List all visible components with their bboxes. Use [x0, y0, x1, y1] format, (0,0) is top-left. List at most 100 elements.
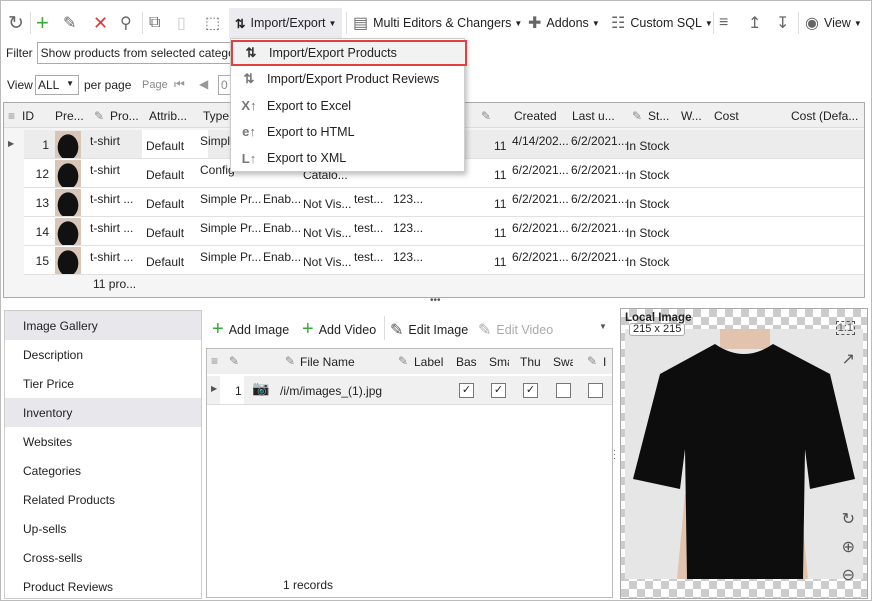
edit-video-button[interactable]: ✎ Edit Video — [478, 320, 553, 340]
column-header[interactable]: Last u... — [572, 109, 615, 123]
column-header[interactable]: Swa — [553, 355, 573, 369]
column-header[interactable]: Type — [203, 109, 229, 123]
actual-size-icon[interactable]: 1:1 — [835, 321, 855, 335]
cell-id: 1 — [42, 138, 49, 152]
column-header[interactable]: Attrib... — [149, 109, 187, 123]
move-up-button[interactable]: ↥ — [748, 8, 761, 38]
arrow-up-icon: ↥ — [748, 15, 762, 32]
image-preview-panel: Local Image 215 x 215 1:1 ↗ ↻ ⊕ ⊖ — [620, 308, 868, 599]
open-external-icon[interactable]: ↗ — [842, 349, 855, 369]
column-header[interactable]: St... — [648, 109, 669, 123]
sidebar-item[interactable]: Websites — [5, 427, 201, 456]
cell-type: Simple Pr... — [200, 250, 262, 264]
database-icon: ☷ — [611, 15, 626, 32]
column-header[interactable]: I — [603, 355, 606, 369]
image-size-label: 215 x 215 — [629, 323, 686, 336]
per-page-select[interactable]: ALL ▼ — [35, 75, 79, 95]
gallery-row[interactable]: ▶ 1 📷 /i/m/images_(1).jpg ✓ ✓ ✓ — [207, 376, 612, 405]
column-chooser-icon[interactable]: ≡ — [211, 354, 218, 368]
rotate-icon[interactable]: ↻ — [842, 509, 855, 529]
column-header[interactable]: Cost — [714, 109, 739, 123]
prev-page-button[interactable]: ◀ — [199, 77, 208, 91]
column-header[interactable]: Created — [514, 109, 557, 123]
paste-button[interactable]: ▯ — [177, 8, 186, 38]
import-export-menu: ⇅ Import/Export Products ⇅ Import/Export Pr… — [230, 38, 467, 172]
pencil-icon: ✎ — [587, 354, 598, 368]
splitter-handle[interactable]: ••• — [430, 295, 441, 306]
custom-sql-button[interactable]: ☷ Custom SQL ▼ — [611, 8, 713, 38]
column-chooser-icon[interactable]: ≡ — [8, 109, 15, 123]
import-export-icon: ⇅ — [243, 71, 255, 87]
cell-created: 4/14/202... — [512, 134, 569, 148]
column-header[interactable]: Sma — [489, 355, 509, 369]
checkbox[interactable] — [556, 383, 571, 398]
column-header[interactable]: Thu — [520, 355, 541, 369]
checkbox[interactable]: ✓ — [491, 383, 506, 398]
table-row[interactable]: 13 t-shirt ... Default Simple Pr... Enab... N… — [24, 188, 864, 217]
filter-select[interactable]: Show products from selected catego — [36, 42, 237, 64]
column-header[interactable]: Label — [414, 355, 443, 369]
eye-icon: ◉ — [805, 15, 819, 32]
sidebar-item[interactable]: Categories — [5, 456, 201, 485]
divider — [798, 12, 799, 34]
import-export-button[interactable]: ⇅ Import/Export ▼ — [229, 8, 343, 38]
chevron-down-icon: ▼ — [514, 18, 523, 28]
view-button[interactable]: ◉ View ▼ — [805, 8, 862, 38]
sidebar-item[interactable]: Product Reviews — [5, 572, 201, 601]
menu-item[interactable]: ⇅ Import/Export Products — [231, 40, 467, 66]
column-header[interactable]: File Name — [300, 355, 355, 369]
per-page-value: ALL — [38, 78, 60, 92]
edit-button[interactable]: ✎ — [63, 8, 76, 38]
add-button[interactable]: + — [36, 8, 49, 38]
column-header[interactable]: ID — [22, 109, 34, 123]
menu-item[interactable]: L↑ Export to XML — [231, 145, 464, 171]
divider — [142, 12, 143, 34]
splitter-handle[interactable]: · · · — [613, 446, 616, 463]
menu-item[interactable]: ⇅ Import/Export Product Reviews — [231, 66, 464, 92]
table-row[interactable]: 15 t-shirt ... Default Simple Pr... Enab... N… — [24, 246, 864, 275]
delete-button[interactable]: ✕ — [93, 8, 108, 38]
sort-text-button[interactable]: ≡ — [719, 8, 728, 38]
search-button[interactable]: ⚲ — [120, 8, 132, 38]
multi-editors-button[interactable]: ▤ Multi Editors & Changers ▼ — [353, 8, 522, 38]
select-button[interactable]: ⬚ — [205, 8, 220, 38]
add-video-button[interactable]: + Add Video — [302, 318, 376, 341]
edit-image-button[interactable]: ✎ Edit Image — [390, 320, 468, 340]
chevron-down-icon: ▼ — [328, 18, 337, 28]
pencil-icon: ✎ — [285, 354, 296, 368]
zoom-in-icon[interactable]: ⊕ — [842, 537, 855, 557]
gallery-header: ≡ ✎ ✎ File Name ✎ Label Bas Sma Thu Swa ✎ I — [207, 349, 612, 374]
sidebar-item[interactable]: Up-sells — [5, 514, 201, 543]
table-row[interactable]: 14 t-shirt ... Default Simple Pr... Enab... N… — [24, 217, 864, 246]
sidebar-item[interactable]: Inventory — [5, 398, 201, 427]
sidebar-item[interactable]: Cross-sells — [5, 543, 201, 572]
xml-export-icon: L↑ — [241, 150, 257, 166]
copy-button[interactable]: ⧉ — [149, 8, 160, 38]
column-header[interactable]: W... — [681, 109, 702, 123]
sidebar-item[interactable]: Tier Price — [5, 369, 201, 398]
checkbox[interactable] — [588, 383, 603, 398]
zoom-out-icon[interactable]: ⊖ — [842, 565, 855, 585]
refresh-button[interactable]: ↻ — [8, 8, 24, 38]
menu-item[interactable]: X↑ Export to Excel — [231, 93, 464, 119]
cell-created: 6/2/2021... — [512, 221, 569, 235]
divider — [384, 316, 385, 340]
addons-button[interactable]: ✚ Addons ▼ — [528, 8, 600, 38]
column-header[interactable]: Pro... — [110, 109, 139, 123]
sidebar-item[interactable]: Related Products — [5, 485, 201, 514]
sidebar-item[interactable]: Description — [5, 340, 201, 369]
chevron-down-icon: ▼ — [591, 18, 600, 28]
checkbox[interactable]: ✓ — [459, 383, 474, 398]
column-header[interactable]: Pre... — [55, 109, 84, 123]
first-page-button[interactable]: ⏮ — [174, 77, 185, 92]
move-down-button[interactable]: ↧ — [776, 8, 789, 38]
column-header[interactable]: Bas — [456, 355, 478, 369]
cell-c1: test... — [354, 250, 384, 264]
sidebar-item[interactable]: Image Gallery — [5, 311, 201, 340]
chevron-down-icon[interactable]: ▼ — [599, 322, 607, 331]
add-image-button[interactable]: + Add Image — [212, 318, 289, 341]
close-icon: ✕ — [93, 12, 109, 33]
column-header[interactable]: Cost (Defa... — [791, 109, 858, 123]
checkbox[interactable]: ✓ — [523, 383, 538, 398]
menu-item[interactable]: e↑ Export to HTML — [231, 119, 464, 145]
